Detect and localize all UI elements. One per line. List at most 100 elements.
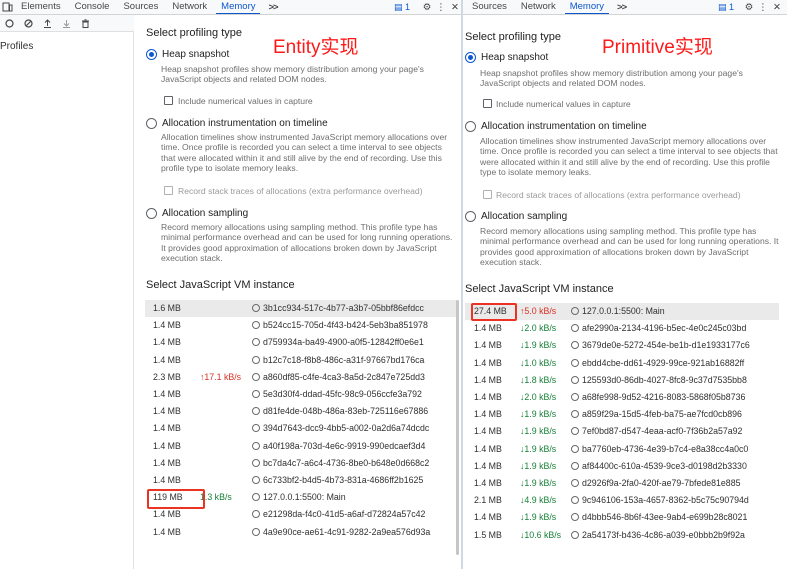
select-vm-heading: Select JavaScript VM instance: [465, 283, 614, 295]
include-numerical-label: Include numerical values in capture: [178, 96, 313, 106]
allocation-timeline-radio[interactable]: [146, 118, 157, 129]
device-toggle-icon[interactable]: [0, 0, 14, 14]
kebab-menu-icon[interactable]: ⋮: [434, 0, 448, 14]
tab-network[interactable]: Network: [514, 0, 563, 14]
record-icon[interactable]: [2, 16, 16, 31]
vm-instance-row[interactable]: 1.4 MB 4a9e90ce-ae61-4c91-9282-2a9ea576d9…: [145, 524, 457, 541]
vm-instance-row[interactable]: 1.6 MB 3b1cc934-517c-4b77-a3b7-05bbf86efd…: [145, 300, 457, 317]
vm-heap-rate: ↓2.0 kB/s: [520, 323, 557, 334]
vm-instance-row[interactable]: 1.4 MB ↓1.9 kB/s a859f29a-15d5-4feb-ba75-a…: [465, 406, 779, 423]
vm-instance-row[interactable]: 1.4 MB ↓2.0 kB/s a68fe998-9d52-4216-8083-5…: [465, 389, 779, 406]
gear-icon[interactable]: ⚙: [742, 0, 756, 14]
vm-instance-row[interactable]: 1.4 MB ↓1.9 kB/s 7ef0bd87-d547-4eaa-acf0-7…: [465, 423, 779, 440]
vm-instance-icon: [571, 444, 579, 453]
vm-instance-row[interactable]: 1.4 MB ↓1.0 kB/s ebdd4cbe-dd61-4929-99ce-9…: [465, 355, 779, 372]
vm-heap-rate: ↓1.9 kB/s: [520, 478, 557, 488]
vm-instance-row[interactable]: 1.4 MB b524cc15-705d-4f43-b424-5eb3ba8519…: [145, 317, 457, 334]
record-stack-checkbox: [164, 186, 173, 195]
vm-instance-icon: [252, 321, 260, 330]
vm-instance-row[interactable]: 1.4 MB 6c733bf2-b4d5-4b73-831a-4686ff2b16…: [145, 472, 457, 489]
vm-instance-row[interactable]: 1.4 MB ↓1.9 kB/s d4bbb546-8b6f-43ee-9ab4-e…: [465, 509, 779, 526]
left-devtools-toolbar: Elements Console Sources Network Memory …: [0, 0, 462, 15]
vm-instance-row[interactable]: 1.4 MB bc7da4c7-a6c4-4736-8be0-b648e0d668…: [145, 455, 457, 472]
overlay-label: Primitive实现: [602, 37, 713, 58]
gear-icon[interactable]: ⚙: [420, 0, 434, 14]
vm-instance-icon: [252, 372, 260, 381]
close-icon[interactable]: ✕: [770, 0, 784, 14]
vm-list-scrollbar[interactable]: [456, 300, 459, 555]
issues-count: 1: [728, 1, 734, 12]
tab-network[interactable]: Network: [165, 0, 214, 14]
vm-instance-row[interactable]: 2.1 MB ↓4.9 kB/s 9c946106-153a-4657-8362-b…: [465, 492, 779, 509]
vm-instance-row[interactable]: 1.5 MB ↓10.6 kB/s 2a54173f-b436-4c86-a039-…: [465, 527, 779, 544]
vm-instance-id: ebdd4cbe-dd61-4929-99ce-921ab16882ff: [582, 357, 745, 368]
allocation-sampling-radio[interactable]: [465, 211, 476, 222]
vm-instance-row[interactable]: 1.4 MB b12c7c18-f8b8-486c-a31f-97667bd176…: [145, 352, 457, 369]
allocation-sampling-radio[interactable]: [146, 208, 157, 219]
vm-instance-row[interactable]: 1.4 MB ↓1.9 kB/s d2926f9a-2fa0-420f-ae79-7…: [465, 475, 779, 492]
vm-instance-row[interactable]: 1.4 MB ↓1.8 kB/s 125593d0-86db-4027-8fc8-9…: [465, 372, 779, 389]
more-tabs-chevron[interactable]: >>: [611, 2, 632, 13]
issues-badge[interactable]: ▤ 1: [394, 2, 410, 13]
tab-elements[interactable]: Elements: [14, 0, 68, 14]
vm-instance-id: ba7760eb-4736-4e39-b7c4-e8a38cc4a0c0: [582, 443, 749, 454]
vm-instance-id: d4bbb546-8b6f-43ee-9ab4-e699b28c8021: [582, 512, 748, 523]
vm-heap-size: 1.4 MB: [153, 509, 181, 520]
vm-instance-row[interactable]: 1.4 MB 5e3d30f4-ddad-45fc-98c9-056ccfe3a7…: [145, 386, 457, 403]
vm-instance-row[interactable]: 1.4 MB ↓1.9 kB/s 3679de0e-5272-454e-be1b-d…: [465, 337, 779, 354]
record-stack-checkbox: [483, 190, 492, 199]
vm-instance-row[interactable]: 1.4 MB ↓1.9 kB/s af84400c-610a-4539-9ce3-d…: [465, 458, 779, 475]
vm-instance-id: afe2990a-2134-4196-b5ec-4e0c245c03bd: [582, 323, 747, 334]
issues-badge[interactable]: ▤ 1: [718, 2, 734, 13]
vm-heap-rate: ↓4.9 kB/s: [520, 495, 557, 506]
vm-instance-row[interactable]: 1.4 MB a40f198a-703d-4e6c-9919-990edcaef3…: [145, 438, 457, 455]
tab-sources[interactable]: Sources: [116, 0, 165, 14]
kebab-menu-icon[interactable]: ⋮: [756, 0, 770, 14]
heap-snapshot-description: Heap snapshot profiles show memory distr…: [161, 64, 424, 85]
heap-snapshot-label: Heap snapshot: [481, 52, 549, 63]
include-numerical-checkbox[interactable]: [483, 99, 492, 108]
vm-instance-icon: [571, 479, 579, 487]
vm-instance-row[interactable]: 2.3 MB ↑17.1 kB/s a860df85-c4fe-4ca3-8a5d-…: [145, 369, 457, 386]
vm-instance-row[interactable]: 1.4 MB ↓2.0 kB/s afe2990a-2134-4196-b5ec-4…: [465, 320, 779, 337]
vm-instance-icon: [571, 393, 579, 401]
vm-instance-id: b524cc15-705d-4f43-b424-5eb3ba851978: [263, 320, 428, 331]
allocation-sampling-description: Record memory allocations using sampling…: [480, 226, 779, 268]
heap-snapshot-radio[interactable]: [465, 52, 476, 63]
garbage-collect-icon[interactable]: [78, 16, 92, 31]
overlay-label: Entity实现: [273, 37, 359, 58]
right-devtools-toolbar: Sources Network Memory >> ▤ 1 ⚙ ⋮ ✕: [463, 0, 787, 15]
vm-instance-icon: [252, 510, 260, 519]
vm-heap-size: 1.4 MB: [474, 374, 502, 385]
vm-instance-row[interactable]: 1.4 MB d81fe4de-048b-486a-83eb-725116e678…: [145, 403, 457, 420]
close-icon[interactable]: ✕: [448, 0, 462, 14]
vm-instance-row[interactable]: 1.4 MB d759934a-ba49-4900-a0f5-12842ff0e6…: [145, 334, 457, 351]
vm-instance-row[interactable]: 1.4 MB 394d7643-dcc9-4bb5-a002-0a2d6a74dc…: [145, 420, 457, 437]
vm-instance-icon: [252, 527, 260, 536]
clear-icon[interactable]: [21, 16, 35, 31]
select-vm-heading: Select JavaScript VM instance: [146, 279, 295, 291]
tab-memory[interactable]: Memory: [214, 0, 262, 14]
heap-snapshot-radio[interactable]: [146, 49, 157, 60]
vm-instance-icon: [571, 375, 579, 384]
vm-instance-id: b12c7c18-f8b8-486c-a31f-97667bd176ca: [263, 354, 425, 365]
tab-memory[interactable]: Memory: [563, 0, 611, 14]
vm-instance-icon: [252, 493, 260, 502]
vm-instance-icon: [571, 410, 579, 419]
sidebar-item-profiles[interactable]: Profiles: [0, 41, 33, 52]
vm-instance-id: 6c733bf2-b4d5-4b73-831a-4686ff2b1625: [263, 475, 424, 485]
vm-heap-rate: ↓1.9 kB/s: [520, 426, 557, 437]
vm-instance-id: a68fe998-9d52-4216-8083-5868f05b8736: [582, 392, 746, 402]
download-icon[interactable]: [59, 16, 73, 31]
vm-instance-icon: [252, 441, 260, 450]
upload-icon[interactable]: [40, 16, 54, 31]
include-numerical-checkbox[interactable]: [164, 96, 173, 105]
allocation-timeline-radio[interactable]: [465, 121, 476, 132]
vm-instance-row[interactable]: 1.4 MB ↓1.9 kB/s ba7760eb-4736-4e39-b7c4-e…: [465, 441, 779, 458]
tab-sources[interactable]: Sources: [463, 0, 514, 14]
vm-instance-list: 27.4 MB ↑5.0 kB/s 127.0.0.1:5500: Main 1.4 …: [465, 303, 779, 553]
tab-console[interactable]: Console: [68, 0, 117, 14]
vm-heap-size: 1.4 MB: [153, 440, 181, 451]
more-tabs-chevron[interactable]: >>: [262, 2, 283, 13]
allocation-sampling-label: Allocation sampling: [162, 208, 249, 219]
